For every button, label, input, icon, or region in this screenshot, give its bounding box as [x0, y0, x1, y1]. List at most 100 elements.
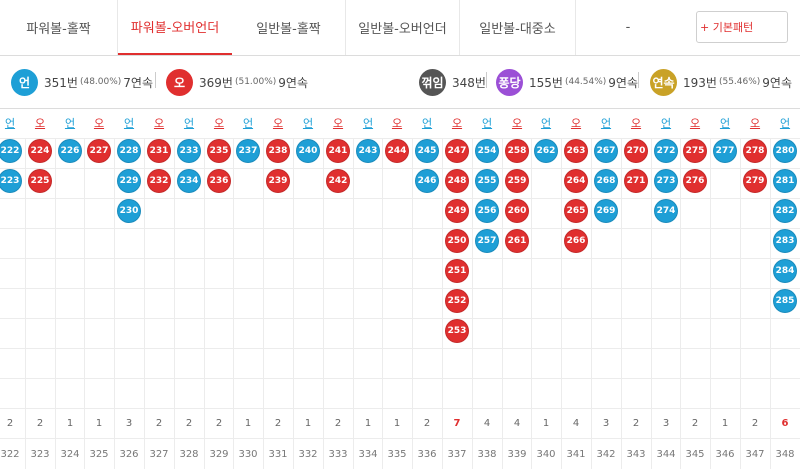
column-header: 오: [332, 117, 344, 130]
basic-pattern-button[interactable]: + 기본패턴: [696, 11, 788, 43]
round-number: 326: [119, 448, 139, 460]
result-ball: 275: [683, 139, 707, 163]
result-ball: 282: [773, 199, 797, 223]
result-ball: 270: [624, 139, 648, 163]
column-header: 언: [183, 117, 195, 130]
tab-blank[interactable]: -: [576, 0, 680, 55]
under-streak: 7연속: [123, 75, 154, 90]
result-ball: 260: [505, 199, 529, 223]
result-ball: 236: [207, 169, 231, 193]
column-header: 오: [153, 117, 165, 130]
result-ball: 222: [0, 139, 22, 163]
result-ball: 263: [564, 139, 588, 163]
round-number: 325: [89, 448, 109, 460]
over-count: 369번: [199, 75, 233, 90]
alternate-icon: 퐁당: [496, 68, 523, 96]
column-header: 언: [600, 117, 612, 130]
result-ball: 243: [356, 139, 380, 163]
streak-count: 1: [66, 417, 74, 429]
column-header: 언: [540, 117, 552, 130]
round-number: 323: [30, 448, 50, 460]
result-ball: 228: [117, 139, 141, 163]
result-ball: 223: [0, 169, 22, 193]
stat-over: 오 369번 (51.00%) 9연속: [166, 68, 308, 96]
turn-count: 348번: [452, 75, 486, 90]
result-ball: 229: [117, 169, 141, 193]
result-ball: 232: [147, 169, 171, 193]
tab-normalball-over-under[interactable]: 일반볼-오버언더: [346, 0, 460, 55]
streak-count: 4: [572, 417, 580, 429]
column-header: 오: [511, 117, 523, 130]
column-header: 오: [272, 117, 284, 130]
streak-count: 7: [453, 417, 461, 429]
consecutive-streak: 9연속: [762, 75, 793, 90]
round-number: 332: [298, 448, 318, 460]
result-ball: 268: [594, 169, 618, 193]
result-ball: 283: [773, 229, 797, 253]
result-ball: 261: [505, 229, 529, 253]
result-ball: 257: [475, 229, 499, 253]
round-number: 328: [179, 448, 199, 460]
streak-count: 2: [751, 417, 759, 429]
streak-count: 3: [662, 417, 670, 429]
streak-count: 1: [393, 417, 401, 429]
streak-count: 2: [423, 417, 431, 429]
streak-count: 1: [542, 417, 550, 429]
streak-count: 3: [125, 417, 133, 429]
round-number: 334: [358, 448, 378, 460]
column-header: 언: [362, 117, 374, 130]
round-number: 348: [775, 448, 795, 460]
over-streak: 9연속: [278, 75, 309, 90]
column-header: 언: [64, 117, 76, 130]
column-header: 언: [242, 117, 254, 130]
column-header: 오: [749, 117, 761, 130]
over-icon: 오: [166, 68, 193, 96]
tab-powerball-odd-even[interactable]: 파워볼-홀짝: [0, 0, 118, 55]
column-header: 언: [660, 117, 672, 130]
column-header: 언: [719, 117, 731, 130]
result-ball: 241: [326, 139, 350, 163]
tab-normalball-size[interactable]: 일반볼-대중소: [460, 0, 576, 55]
stat-divider: [155, 72, 156, 88]
consecutive-count: 193번: [683, 75, 717, 90]
round-number: 337: [447, 448, 467, 460]
result-ball: 233: [177, 139, 201, 163]
stat-consecutive: 연속 193번 (55.46%) 9연속: [650, 68, 792, 96]
column-header: 오: [93, 117, 105, 130]
alternate-percent: (44.54%): [564, 77, 607, 87]
result-ball: 242: [326, 169, 350, 193]
consecutive-percent: (55.46%): [718, 77, 761, 87]
result-ball: 254: [475, 139, 499, 163]
round-number: 324: [60, 448, 80, 460]
result-ball: 265: [564, 199, 588, 223]
column-header: 언: [481, 117, 493, 130]
result-ball: 234: [177, 169, 201, 193]
over-percent: (51.00%): [234, 77, 277, 87]
alternate-count: 155번: [529, 75, 563, 90]
streak-count: 6: [781, 417, 789, 429]
stat-divider: [638, 72, 639, 88]
tab-powerball-over-under[interactable]: 파워볼-오버언더: [118, 0, 232, 55]
round-number: 343: [626, 448, 646, 460]
column-header: 오: [570, 117, 582, 130]
round-number: 346: [715, 448, 735, 460]
round-number: 335: [387, 448, 407, 460]
round-number: 340: [536, 448, 556, 460]
result-ball: 237: [236, 139, 260, 163]
consecutive-icon: 연속: [650, 68, 677, 96]
column-header: 언: [123, 117, 135, 130]
result-ball: 281: [773, 169, 797, 193]
result-ball: 224: [28, 139, 52, 163]
round-number: 322: [0, 448, 20, 460]
result-ball: 279: [743, 169, 767, 193]
column-header: 오: [213, 117, 225, 130]
result-ball: 256: [475, 199, 499, 223]
column-header: 오: [630, 117, 642, 130]
result-ball: 235: [207, 139, 231, 163]
streak-count: 2: [334, 417, 342, 429]
under-count: 351번: [44, 75, 78, 90]
result-ball: 238: [266, 139, 290, 163]
streak-count: 2: [185, 417, 193, 429]
result-ball: 272: [654, 139, 678, 163]
tab-normalball-odd-even[interactable]: 일반볼-홀짝: [232, 0, 346, 55]
